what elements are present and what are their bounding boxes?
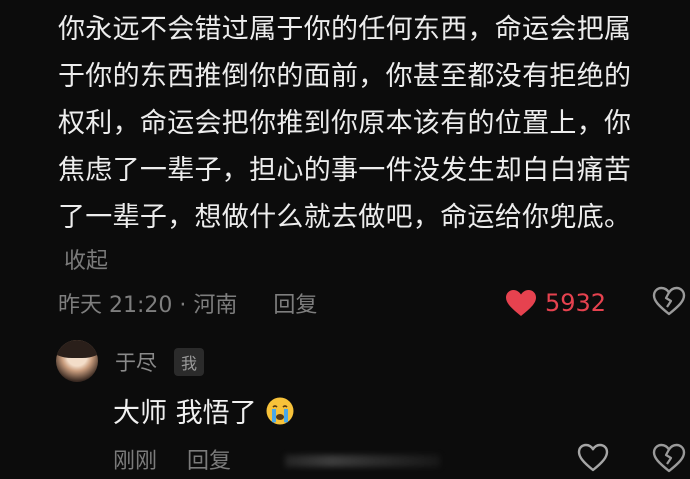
heart-outline-icon: [577, 443, 609, 472]
broken-heart-icon: [652, 286, 686, 316]
reply-time: 刚刚: [113, 449, 158, 474]
reply-meta: 刚刚 回复: [113, 442, 231, 476]
broken-heart-icon: [652, 443, 686, 473]
reply-button[interactable]: 回复: [187, 443, 231, 475]
like-count: 5932: [545, 289, 607, 317]
collapse-button[interactable]: 收起: [64, 243, 108, 275]
comment-time-location: 昨天 21:20 · 河南: [58, 293, 238, 318]
comment-text: 你永远不会错过属于你的任何东西，命运会把属 于你的东西推倒你的面前，你甚至都没有…: [58, 6, 678, 241]
self-badge: 我: [174, 348, 205, 376]
crying-face-emoji: [266, 397, 294, 424]
reply-button[interactable]: 回复: [273, 287, 317, 319]
dislike-button[interactable]: [652, 286, 686, 320]
heart-filled-icon: [506, 290, 536, 316]
like-button[interactable]: 5932: [505, 283, 606, 323]
blurred-text: [285, 455, 440, 467]
comment-line: 焦虑了一辈子，担心的事一件没发生却白白痛苦: [58, 155, 632, 186]
reply-text-content: 大师 我悟了: [113, 398, 257, 429]
comment-line: 你永远不会错过属于你的任何东西，命运会把属: [58, 14, 632, 45]
avatar[interactable]: [56, 340, 98, 382]
reply-author-name[interactable]: 于尽: [115, 347, 157, 377]
comment-line: 了一辈子，想做什么就去做吧，命运给你兜底。: [58, 202, 632, 233]
comment-meta: 昨天 21:20 · 河南 回复: [58, 283, 317, 323]
reply-text: 大师 我悟了: [113, 391, 295, 430]
dislike-button[interactable]: [652, 443, 686, 477]
like-button[interactable]: [577, 443, 609, 477]
comment-line: 于你的东西推倒你的面前，你甚至都没有拒绝的: [58, 61, 632, 92]
comment-line: 权利，命运会把你推到你原本该有的位置上，你: [58, 108, 632, 139]
